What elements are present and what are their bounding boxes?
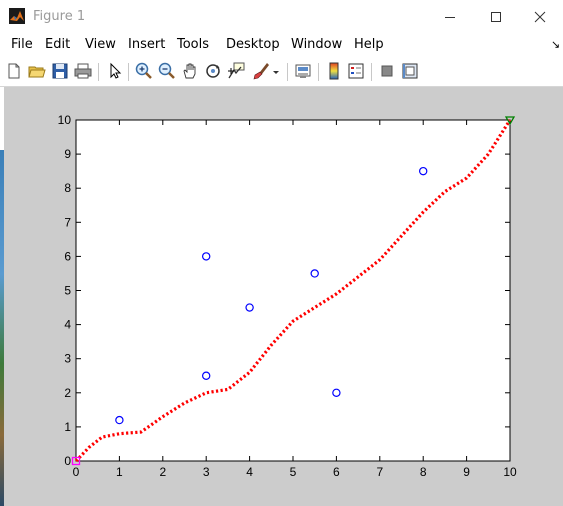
x-tick-label: 4 [246, 465, 253, 479]
menu-file[interactable]: File [11, 37, 33, 52]
y-tick-label: 0 [64, 454, 71, 468]
plot-axes-svg[interactable]: 0 1 2 3 4 5 6 7 8 9 10 0 1 2 3 4 5 6 7 8 9 10 [4, 87, 563, 506]
toolbar-separator [318, 63, 319, 81]
toolbar-separator [98, 63, 99, 81]
open-file-icon[interactable] [27, 61, 47, 81]
x-tick-label: 0 [73, 465, 80, 479]
minimize-icon [445, 16, 455, 18]
data-cursor-icon[interactable] [226, 61, 246, 81]
window-title: Figure 1 [33, 9, 86, 24]
menu-help[interactable]: Help [354, 37, 384, 52]
hide-plot-tools-icon[interactable] [377, 61, 397, 81]
insert-colorbar-icon[interactable] [324, 61, 344, 81]
figure-window: Figure 1 File Edit View Insert Tools Des… [0, 0, 563, 506]
edit-plot-arrow-icon[interactable] [104, 61, 124, 81]
close-button[interactable] [517, 0, 563, 33]
rotate-3d-icon[interactable] [203, 61, 223, 81]
figure-toolbar [0, 57, 563, 87]
menu-insert[interactable]: Insert [128, 37, 165, 52]
maximize-icon [491, 11, 501, 22]
y-tick-label: 8 [64, 181, 71, 195]
brush-dropdown-icon[interactable] [271, 61, 281, 81]
close-icon [534, 11, 546, 22]
menu-bar: File Edit View Insert Tools Desktop Wind… [0, 34, 563, 56]
maximize-button[interactable] [473, 0, 519, 33]
y-tick-label: 7 [64, 215, 71, 229]
x-tick-label: 10 [503, 465, 517, 479]
menu-view[interactable]: View [85, 37, 116, 52]
x-tick-label: 8 [420, 465, 427, 479]
link-plot-icon[interactable] [293, 61, 313, 81]
y-tick-label: 4 [64, 318, 71, 332]
toolbar-separator [287, 63, 288, 81]
minimize-button[interactable] [427, 0, 473, 33]
dock-figure-arrow[interactable]: ↘ [551, 38, 560, 51]
x-tick-label: 1 [116, 465, 123, 479]
zoom-out-icon[interactable] [157, 61, 177, 81]
pan-hand-icon[interactable] [180, 61, 200, 81]
y-tick-label: 2 [64, 386, 71, 400]
x-tick-label: 3 [203, 465, 210, 479]
figure-canvas[interactable]: 0 1 2 3 4 5 6 7 8 9 10 0 1 2 3 4 5 6 7 8 9 10 [4, 87, 563, 506]
zoom-in-icon[interactable] [134, 61, 154, 81]
y-tick-label: 6 [64, 249, 71, 263]
y-tick-label: 3 [64, 352, 71, 366]
x-tick-label: 6 [333, 465, 340, 479]
x-tick-label: 2 [159, 465, 166, 479]
menu-desktop[interactable]: Desktop [226, 37, 280, 52]
title-bar[interactable]: Figure 1 [0, 0, 563, 33]
insert-legend-icon[interactable] [346, 61, 366, 81]
y-tick-label: 5 [64, 284, 71, 298]
menu-tools[interactable]: Tools [177, 37, 209, 52]
show-plot-tools-icon[interactable] [400, 61, 420, 81]
toolbar-separator [371, 63, 372, 81]
y-tick-label: 9 [64, 147, 71, 161]
matlab-logo-icon [9, 8, 25, 24]
toolbar-separator [128, 63, 129, 81]
menu-edit[interactable]: Edit [45, 37, 70, 52]
print-figure-icon[interactable] [73, 61, 93, 81]
y-tick-label: 10 [58, 113, 72, 127]
y-tick-label: 1 [64, 420, 71, 434]
brush-icon[interactable] [251, 61, 271, 81]
x-tick-label: 7 [376, 465, 383, 479]
menu-window[interactable]: Window [291, 37, 342, 52]
axes-box[interactable] [75, 119, 511, 462]
x-tick-label: 5 [290, 465, 297, 479]
x-tick-label: 9 [463, 465, 470, 479]
new-figure-icon[interactable] [4, 61, 24, 81]
save-figure-icon[interactable] [50, 61, 70, 81]
